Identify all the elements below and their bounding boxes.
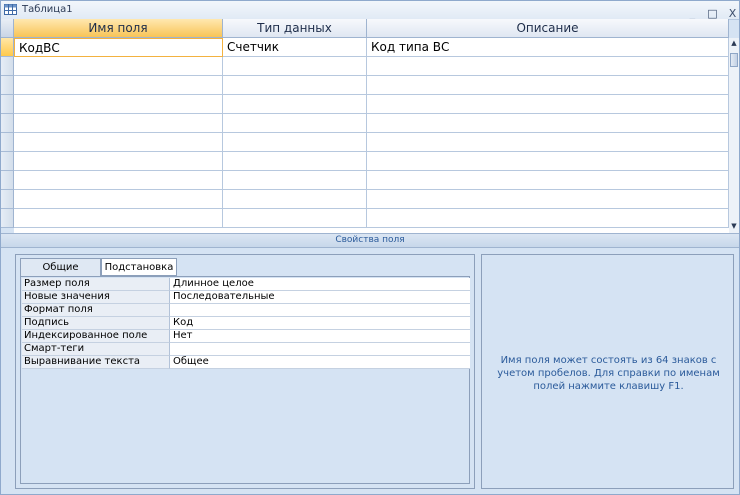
column-header-field-name[interactable]: Имя поля: [14, 19, 223, 38]
table-design-window: Таблица1 _ □ X Имя поля Тип данных Описа…: [0, 0, 740, 495]
field-name-cell[interactable]: [14, 57, 223, 76]
title-bar[interactable]: Таблица1 _ □ X: [1, 1, 739, 20]
property-value[interactable]: Общее: [170, 356, 470, 369]
property-row: Размер поля Длинное целое: [22, 278, 470, 291]
property-label: Новые значения: [22, 291, 170, 304]
property-label: Смарт-теги: [22, 343, 170, 356]
table-row: [14, 133, 729, 152]
row-selector[interactable]: [1, 133, 14, 152]
property-label: Размер поля: [22, 278, 170, 291]
property-value[interactable]: Нет: [170, 330, 470, 343]
scroll-down-icon[interactable]: ▼: [730, 221, 738, 231]
grid-header: Имя поля Тип данных Описание: [14, 19, 729, 38]
field-name-cell[interactable]: [14, 152, 223, 171]
scroll-up-icon[interactable]: ▲: [730, 38, 738, 48]
field-name-cell[interactable]: [14, 190, 223, 209]
data-type-cell[interactable]: [223, 152, 367, 171]
row-selector[interactable]: [1, 76, 14, 95]
field-name-cell[interactable]: [14, 76, 223, 95]
table-row: [14, 114, 729, 133]
table-row: [14, 152, 729, 171]
row-selector-column: [1, 38, 14, 233]
description-cell[interactable]: [367, 152, 729, 171]
data-type-cell[interactable]: [223, 114, 367, 133]
field-name-cell[interactable]: [14, 133, 223, 152]
field-name-cell[interactable]: КодВС: [14, 38, 223, 57]
table-row: [14, 171, 729, 190]
data-type-cell[interactable]: [223, 57, 367, 76]
row-selector[interactable]: [1, 38, 14, 57]
tab-general[interactable]: Общие: [20, 258, 101, 277]
property-row: Новые значения Последовательные: [22, 291, 470, 304]
description-cell[interactable]: [367, 190, 729, 209]
property-label: Выравнивание текста: [22, 356, 170, 369]
field-name-cell[interactable]: [14, 209, 223, 228]
description-cell[interactable]: [367, 95, 729, 114]
property-help-pane: Имя поля может состоять из 64 знаков с у…: [481, 254, 734, 489]
table-row: [14, 76, 729, 95]
property-value[interactable]: [170, 304, 470, 317]
description-cell[interactable]: [367, 114, 729, 133]
property-value[interactable]: [170, 343, 470, 356]
table-row: [14, 190, 729, 209]
table-row: [14, 57, 729, 76]
data-type-cell[interactable]: [223, 95, 367, 114]
data-type-cell[interactable]: [223, 190, 367, 209]
row-selector[interactable]: [1, 57, 14, 76]
help-text: Имя поля может состоять из 64 знаков с у…: [497, 355, 720, 392]
row-selector[interactable]: [1, 114, 14, 133]
window-title: Таблица1: [22, 4, 73, 15]
property-row: Индексированное поле Нет: [22, 330, 470, 343]
description-cell[interactable]: [367, 76, 729, 95]
field-design-grid: Имя поля Тип данных Описание КодВС Счетч…: [14, 19, 729, 233]
data-type-cell[interactable]: [223, 133, 367, 152]
property-label: Формат поля: [22, 304, 170, 317]
property-value[interactable]: Последовательные: [170, 291, 470, 304]
column-header-data-type[interactable]: Тип данных: [223, 19, 367, 38]
property-row: Подпись Код: [22, 317, 470, 330]
property-row: Выравнивание текста Общее: [22, 356, 470, 369]
description-cell[interactable]: [367, 209, 729, 228]
property-label: Подпись: [22, 317, 170, 330]
data-type-cell[interactable]: [223, 209, 367, 228]
data-type-cell[interactable]: Счетчик: [223, 38, 367, 57]
table-icon: [4, 4, 17, 15]
field-properties-band: Свойства поля: [1, 233, 739, 248]
row-selector[interactable]: [1, 190, 14, 209]
table-row: [14, 95, 729, 114]
property-row: Смарт-теги: [22, 343, 470, 356]
vertical-scrollbar[interactable]: ▲ ▼: [729, 38, 739, 233]
row-selector[interactable]: [1, 95, 14, 114]
table-row: [14, 209, 729, 228]
property-row: Формат поля: [22, 304, 470, 317]
property-label: Индексированное поле: [22, 330, 170, 343]
select-all-corner[interactable]: [1, 19, 14, 38]
field-properties-pane: Общие Подстановка Размер поля Длинное це…: [15, 254, 475, 489]
data-type-cell[interactable]: [223, 171, 367, 190]
description-cell[interactable]: [367, 171, 729, 190]
window-controls: _ □ X: [684, 2, 739, 20]
property-value[interactable]: Длинное целое: [170, 278, 470, 291]
properties-table: Размер поля Длинное целое Новые значения…: [20, 276, 470, 484]
field-name-cell[interactable]: [14, 95, 223, 114]
scroll-thumb[interactable]: [730, 53, 738, 67]
description-cell[interactable]: Код типа ВС: [367, 38, 729, 57]
data-type-cell[interactable]: [223, 76, 367, 95]
row-selector[interactable]: [1, 209, 14, 228]
column-header-description[interactable]: Описание: [367, 19, 729, 38]
description-cell[interactable]: [367, 57, 729, 76]
table-row: КодВС Счетчик Код типа ВС: [14, 38, 729, 57]
tab-lookup[interactable]: Подстановка: [101, 258, 177, 276]
row-selector[interactable]: [1, 171, 14, 190]
field-name-cell[interactable]: [14, 114, 223, 133]
property-value[interactable]: Код: [170, 317, 470, 330]
description-cell[interactable]: [367, 133, 729, 152]
field-name-cell[interactable]: [14, 171, 223, 190]
row-selector[interactable]: [1, 152, 14, 171]
